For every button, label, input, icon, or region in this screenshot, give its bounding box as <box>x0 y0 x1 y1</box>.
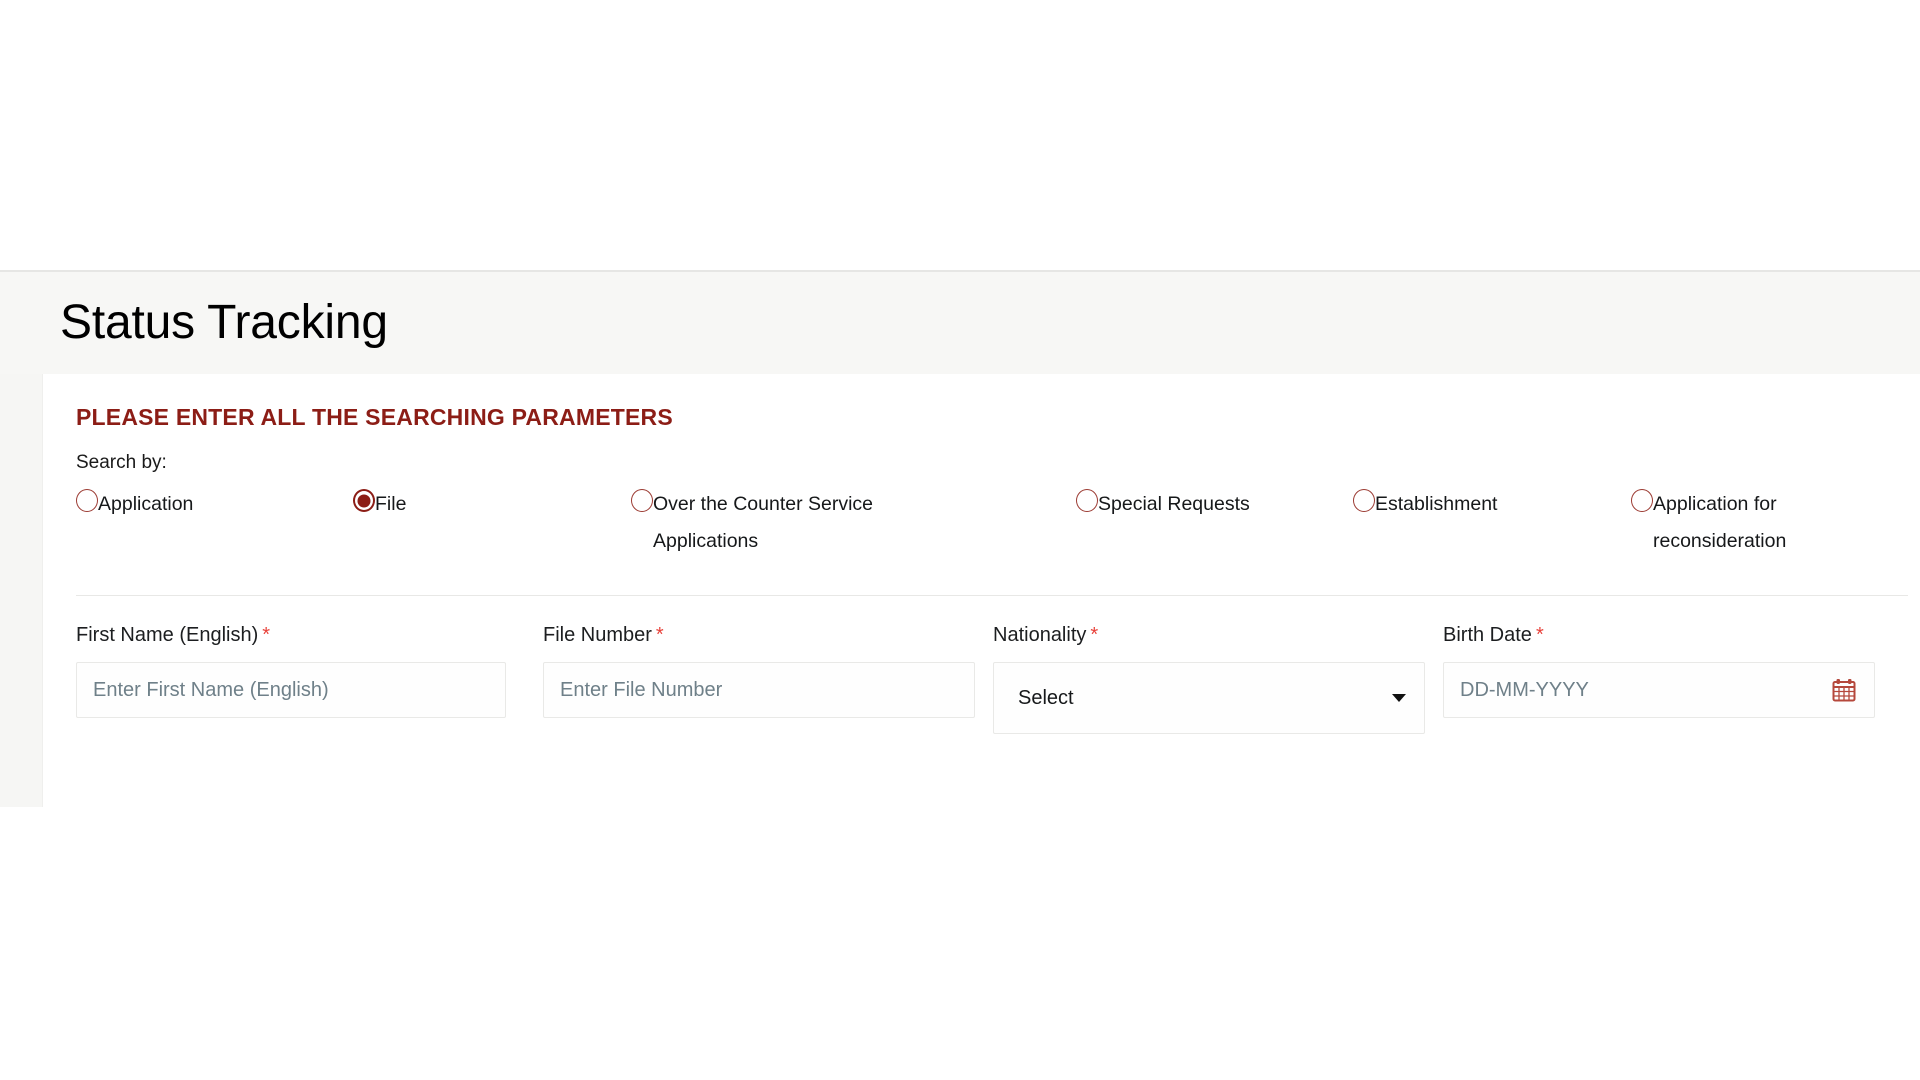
radio-option-file[interactable]: File <box>353 486 553 523</box>
page-shell: Status Tracking PLEASE ENTER ALL THE SEA… <box>0 270 1920 809</box>
search-by-label: Search by: <box>76 452 167 473</box>
required-asterisk: * <box>1535 624 1544 646</box>
nationality-label: Nationality * <box>993 622 1425 648</box>
radio-option-establishment[interactable]: Establishment <box>1353 486 1573 523</box>
chevron-down-icon[interactable] <box>1392 694 1406 702</box>
radio-label-application-for-reconsideration: Application for reconsideration <box>1653 493 1787 552</box>
page-title: Status Tracking <box>60 296 388 349</box>
radio-label-special-requests: Special Requests <box>1098 493 1250 515</box>
required-asterisk: * <box>655 624 664 646</box>
radio-label-over-the-counter-service-applications: Over the Counter Service Applications <box>653 493 874 552</box>
file-number-label: File Number * <box>543 622 975 648</box>
birth-date-input[interactable]: DD-MM-YYYY <box>1443 662 1875 718</box>
file-number-placeholder: Enter File Number <box>560 678 723 701</box>
birth-date-label: Birth Date * <box>1443 622 1875 648</box>
file-number-input[interactable]: Enter File Number <box>543 662 975 718</box>
required-asterisk: * <box>1090 624 1099 646</box>
birth-date-label-text: Birth Date <box>1443 624 1532 646</box>
calendar-icon[interactable] <box>1832 678 1856 702</box>
search-by-radio-group: Application File Over the Counter Servic… <box>76 486 1896 576</box>
radio-checked-icon[interactable] <box>353 489 375 512</box>
first-name-placeholder: Enter First Name (English) <box>93 678 329 701</box>
first-name-input[interactable]: Enter First Name (English) <box>76 662 506 718</box>
search-fields-row: First Name (English) * Enter First Name (… <box>43 622 1920 782</box>
birth-date-placeholder: DD-MM-YYYY <box>1460 678 1589 701</box>
first-name-label: First Name (English) * <box>76 622 506 648</box>
radio-unchecked-icon[interactable] <box>1631 489 1653 512</box>
field-first-name: First Name (English) * Enter First Name (… <box>76 622 506 718</box>
radio-unchecked-icon[interactable] <box>631 489 653 512</box>
radio-option-application[interactable]: Application <box>76 486 276 523</box>
radio-unchecked-icon[interactable] <box>76 489 98 512</box>
radio-option-over-the-counter-service-applications[interactable]: Over the Counter Service Applications <box>631 486 931 560</box>
nationality-label-text: Nationality <box>993 624 1087 646</box>
radio-unchecked-icon[interactable] <box>1076 489 1098 512</box>
top-blank-area <box>0 0 1920 270</box>
section-divider <box>76 595 1908 596</box>
radio-label-file: File <box>375 493 407 515</box>
field-file-number: File Number * Enter File Number <box>543 622 975 718</box>
radio-option-application-for-reconsideration[interactable]: Application for reconsideration <box>1631 486 1831 560</box>
page-title-band: Status Tracking <box>0 272 1920 374</box>
search-parameters-card: PLEASE ENTER ALL THE SEARCHING PARAMETER… <box>42 374 1920 809</box>
radio-unchecked-icon[interactable] <box>1353 489 1375 512</box>
bottom-blank-area <box>0 807 1920 1080</box>
field-nationality: Nationality * Select <box>993 622 1425 734</box>
nationality-selected-value: Select <box>1018 686 1074 709</box>
card-heading: PLEASE ENTER ALL THE SEARCHING PARAMETER… <box>76 404 673 430</box>
field-birth-date: Birth Date * DD-MM-YYYY <box>1443 622 1875 718</box>
first-name-label-text: First Name (English) <box>76 624 259 646</box>
file-number-label-text: File Number <box>543 624 652 646</box>
required-asterisk: * <box>262 624 271 646</box>
radio-option-special-requests[interactable]: Special Requests <box>1076 486 1316 523</box>
nationality-select[interactable]: Select <box>993 662 1425 734</box>
radio-label-application: Application <box>98 493 194 515</box>
radio-label-establishment: Establishment <box>1375 493 1498 515</box>
